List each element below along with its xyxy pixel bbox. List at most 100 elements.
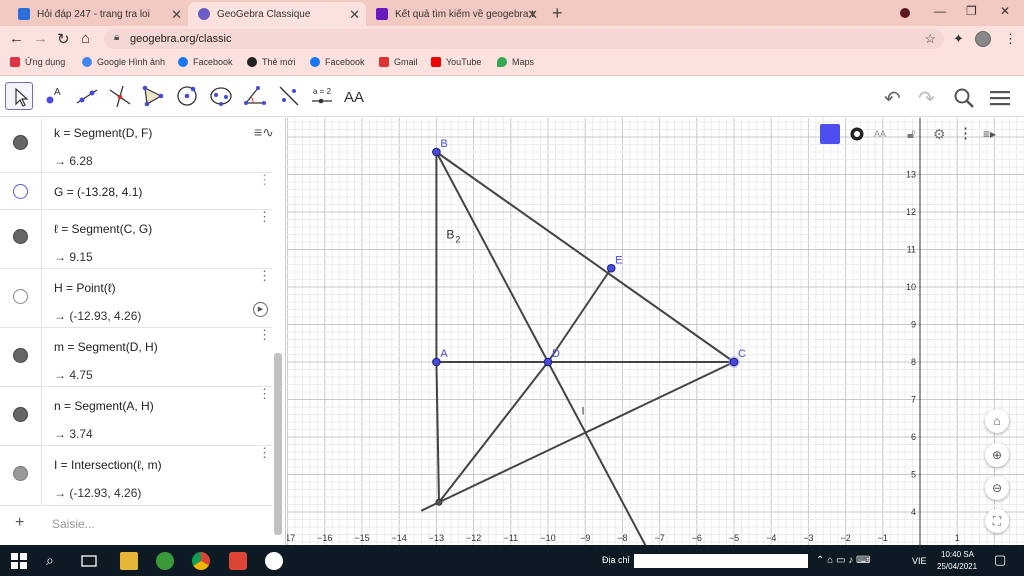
new-tab-button[interactable]: + xyxy=(552,3,563,24)
file-explorer-icon[interactable] xyxy=(120,552,138,570)
graphics-view[interactable]: −17−16−15−14−13−12−11−10−9−8−7−6−5−4−3−2… xyxy=(287,118,1024,545)
algebra-row-n[interactable]: n = Segment(A, H) → 3.74 ⋮ xyxy=(0,387,272,446)
tab-geogebra[interactable]: GeoGebra Classique ✕ xyxy=(188,2,366,26)
visibility-toggle[interactable] xyxy=(13,466,28,481)
algebra-row-l[interactable]: ℓ = Segment(C, G) → 9.15 ⋮ xyxy=(0,210,272,269)
geometry-canvas[interactable]: −17−16−15−14−13−12−11−10−9−8−7−6−5−4−3−2… xyxy=(287,118,1024,545)
forward-icon[interactable]: → xyxy=(33,30,48,47)
tab-search-results[interactable]: Kết quả tìm kiếm về geogebra trên ✕ xyxy=(366,2,544,26)
ellipse-tool-button[interactable] xyxy=(207,82,235,110)
polygon-tool-button[interactable] xyxy=(139,82,167,110)
bookmark-maps[interactable]: Maps xyxy=(497,57,534,67)
system-tray-icons[interactable]: ⌃ ⌂ ▭ ♪ ⌨ xyxy=(816,555,870,566)
bookmark-star-icon[interactable]: ☆ xyxy=(924,31,936,47)
fullscreen-button[interactable]: ⛶ xyxy=(985,509,1009,533)
add-icon[interactable]: + xyxy=(15,514,24,532)
app-white-icon[interactable] xyxy=(265,552,283,570)
point-tool-button[interactable]: A xyxy=(40,82,68,110)
y-tick-label: 5 xyxy=(911,470,916,480)
visibility-toggle[interactable] xyxy=(13,407,28,422)
perpendicular-tool-button[interactable] xyxy=(106,82,134,110)
minimize-icon[interactable]: — xyxy=(934,4,946,18)
visibility-toggle[interactable] xyxy=(13,135,28,150)
bookmark-google-images[interactable]: Google Hình ảnh xyxy=(82,57,165,67)
reflect-tool-button[interactable] xyxy=(275,82,303,110)
algebra-row-m[interactable]: m = Segment(D, H) → 4.75 ⋮ xyxy=(0,328,272,387)
undo-icon[interactable]: ↶ xyxy=(884,86,901,111)
address-input[interactable]: 🔒︎ geogebra.org/classic ☆ xyxy=(104,29,944,49)
more-options-icon[interactable]: ⋮ xyxy=(958,124,978,144)
zoom-in-button[interactable]: ⊕ xyxy=(985,443,1009,467)
browser-menu-icon[interactable]: ⋮ xyxy=(1004,31,1017,47)
color-swatch-button[interactable] xyxy=(820,124,840,144)
visibility-toggle[interactable] xyxy=(13,184,28,199)
line-tool-button[interactable] xyxy=(73,82,101,110)
visibility-toggle[interactable] xyxy=(13,348,28,363)
text-tool-button[interactable]: AA xyxy=(342,82,370,110)
reload-icon[interactable]: ↻ xyxy=(57,30,70,48)
chrome-icon[interactable] xyxy=(192,552,210,570)
bookmark-apps[interactable]: Ứng dụng xyxy=(10,57,65,67)
animation-play-icon[interactable]: ▶ xyxy=(253,302,268,317)
toggle-style-bar-icon[interactable]: ≡▸ xyxy=(983,124,1003,144)
windows-start-icon[interactable] xyxy=(10,552,28,570)
label-style-icon[interactable]: AA xyxy=(874,124,894,144)
media-record-icon[interactable] xyxy=(900,8,910,18)
zoom-out-button[interactable]: ⊖ xyxy=(985,476,1009,500)
home-view-button[interactable]: ⌂ xyxy=(985,409,1009,433)
settings-gear-icon[interactable]: ⚙ xyxy=(933,124,953,144)
taskbar-address-input[interactable] xyxy=(634,554,808,568)
back-icon[interactable]: ← xyxy=(9,30,24,47)
row-menu-icon[interactable]: ⋮ xyxy=(258,446,271,459)
bookmark-new-tab[interactable]: Thẻ mới xyxy=(247,57,295,67)
circle-tool-button[interactable] xyxy=(173,82,201,110)
bookmark-youtube[interactable]: YouTube xyxy=(431,57,481,67)
language-indicator[interactable]: VIE xyxy=(912,556,927,566)
algebra-row-i[interactable]: I = Intersection(ℓ, m) → (-12.93, 4.26) … xyxy=(0,446,272,506)
close-tab-icon[interactable]: ✕ xyxy=(171,7,182,23)
tab-hoidap[interactable]: Hỏi đáp 247 - trang tra loi ✕ xyxy=(8,2,188,26)
row-menu-icon[interactable]: ⋮ xyxy=(258,328,271,341)
app-green-icon[interactable] xyxy=(156,552,174,570)
row-menu-icon[interactable]: ⋮ xyxy=(258,269,271,282)
algebra-row-k[interactable]: k = Segment(D, F) → 6.28 xyxy=(0,118,272,173)
visibility-toggle[interactable] xyxy=(13,229,28,244)
app-red-icon[interactable] xyxy=(229,552,247,570)
notifications-icon[interactable]: ▢ xyxy=(994,552,1006,568)
task-view-icon[interactable] xyxy=(80,552,98,570)
clock-time[interactable]: 10:40 SA xyxy=(941,550,974,559)
close-tab-icon[interactable]: ✕ xyxy=(349,7,360,23)
move-tool-button[interactable] xyxy=(5,82,33,110)
clock-date[interactable]: 25/04/2021 xyxy=(937,562,977,571)
bookmark-facebook-2[interactable]: Facebook xyxy=(310,57,365,67)
profile-avatar[interactable] xyxy=(975,31,991,47)
restore-icon[interactable]: ❐ xyxy=(966,4,977,18)
svg-text:A: A xyxy=(54,87,61,98)
point-label-e: E xyxy=(615,254,622,266)
redo-icon[interactable]: ↷ xyxy=(918,86,935,111)
row-menu-icon[interactable]: ⋮ xyxy=(258,387,271,400)
algebra-scrollbar[interactable] xyxy=(274,353,282,535)
search-icon[interactable]: ⌕ xyxy=(46,552,64,570)
point-d xyxy=(543,357,553,367)
extensions-icon[interactable]: ✦ xyxy=(953,31,964,47)
row-menu-icon[interactable]: ⋮ xyxy=(258,210,271,223)
bookmark-facebook-1[interactable]: Facebook xyxy=(178,57,233,67)
visibility-toggle[interactable] xyxy=(13,289,28,304)
search-icon[interactable] xyxy=(952,86,976,116)
angle-tool-button[interactable] xyxy=(241,82,269,110)
close-window-icon[interactable]: ✕ xyxy=(1000,4,1010,18)
graphics-style-bar: AA 🔓︎ ⚙ ⋮ ≡▸ xyxy=(817,120,1022,148)
row-menu-icon[interactable]: ⋮ xyxy=(258,173,271,186)
menu-icon[interactable] xyxy=(988,86,1012,116)
algebra-input[interactable]: + Saisie... xyxy=(0,506,272,544)
bookmark-gmail[interactable]: Gmail xyxy=(379,57,418,67)
x-tick-label: −2 xyxy=(840,533,850,543)
algebra-row-g[interactable]: G = (-13.28, 4.1) ⋮ xyxy=(0,173,272,210)
home-icon[interactable]: ⌂ xyxy=(81,30,90,47)
lock-icon[interactable]: 🔓︎ xyxy=(907,124,927,144)
point-style-button[interactable] xyxy=(847,124,867,144)
slider-tool-button[interactable]: a = 2 xyxy=(308,82,336,110)
algebra-row-h[interactable]: H = Point(ℓ) → (-12.93, 4.26) ⋮ ▶ xyxy=(0,269,272,328)
close-tab-icon[interactable]: ✕ xyxy=(527,7,538,23)
